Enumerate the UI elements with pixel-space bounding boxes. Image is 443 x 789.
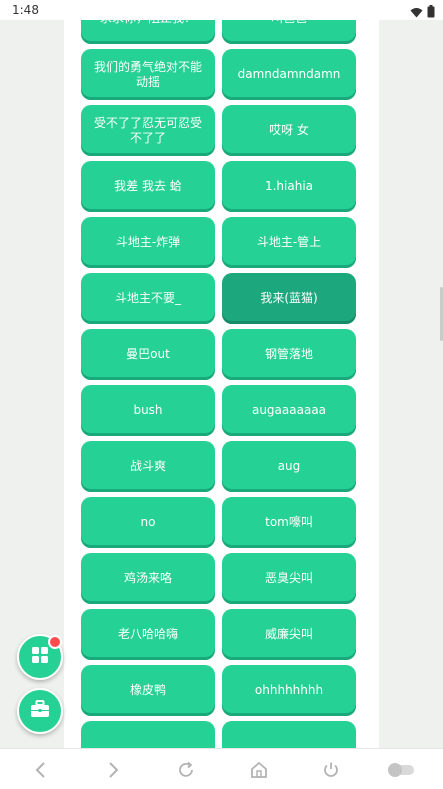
toolbox-icon: [30, 700, 50, 722]
sound-button[interactable]: 橡皮鸭: [81, 665, 215, 716]
sound-button[interactable]: 我们的勇气绝对不能动摇: [81, 49, 215, 100]
power-icon[interactable]: [320, 759, 342, 781]
sound-button[interactable]: 恶臭尖叫: [222, 553, 356, 604]
status-time: 1:48: [12, 3, 39, 17]
status-bar: 1:48: [0, 0, 443, 20]
sound-button[interactable]: ohhhhhhhh: [222, 665, 356, 716]
sound-button[interactable]: 1.hiahia: [222, 161, 356, 212]
toggle-icon[interactable]: [386, 759, 416, 781]
sound-button-grid: 求求你，阻止我！叫爸爸我们的勇气绝对不能动摇damndamndamn受不了了忍无…: [81, 0, 356, 748]
sound-button[interactable]: no: [81, 497, 215, 548]
sound-button[interactable]: 战斗爽: [81, 441, 215, 492]
sound-button[interactable]: 受不了了忍无可忍受不了了: [81, 105, 215, 156]
sound-button[interactable]: 威廉尖叫: [222, 609, 356, 660]
sound-button[interactable]: 哎呀 女: [222, 105, 356, 156]
sound-button[interactable]: tom嚎叫: [222, 497, 356, 548]
sound-button[interactable]: 我来(蓝猫): [222, 273, 356, 324]
sound-button[interactable]: 斗地主-管上: [222, 217, 356, 268]
notification-badge: [48, 635, 62, 649]
sound-button[interactable]: augaaaaaaa: [222, 385, 356, 436]
sound-button[interactable]: 曼巴out: [81, 329, 215, 380]
sound-button[interactable]: 斗地主不要_: [81, 273, 215, 324]
back-icon[interactable]: [30, 759, 52, 781]
grid-icon: [31, 646, 49, 668]
sound-button[interactable]: 斗地主-炸弹: [81, 217, 215, 268]
wifi-icon: [410, 3, 423, 22]
refresh-icon[interactable]: [175, 759, 197, 781]
sound-button[interactable]: 鸡汤来咯: [81, 553, 215, 604]
battery-icon: [427, 3, 435, 22]
sound-button[interactable]: 钢管落地: [222, 329, 356, 380]
sound-button[interactable]: damndamndamn: [222, 49, 356, 100]
sound-button[interactable]: aug: [222, 441, 356, 492]
sound-board-panel: 求求你，阻止我！叫爸爸我们的勇气绝对不能动摇damndamndamn受不了了忍无…: [64, 0, 379, 748]
bottom-nav-bar: [0, 748, 443, 789]
sound-button[interactable]: 我差 我去 蛤: [81, 161, 215, 212]
sound-button[interactable]: 老八哈哈嗨: [81, 609, 215, 660]
forward-icon[interactable]: [102, 759, 124, 781]
sound-button[interactable]: [81, 721, 215, 748]
toolbox-fab[interactable]: [17, 688, 63, 734]
home-icon[interactable]: [248, 759, 270, 781]
sound-button[interactable]: [222, 721, 356, 748]
sound-button[interactable]: bush: [81, 385, 215, 436]
apps-fab[interactable]: [17, 634, 63, 680]
